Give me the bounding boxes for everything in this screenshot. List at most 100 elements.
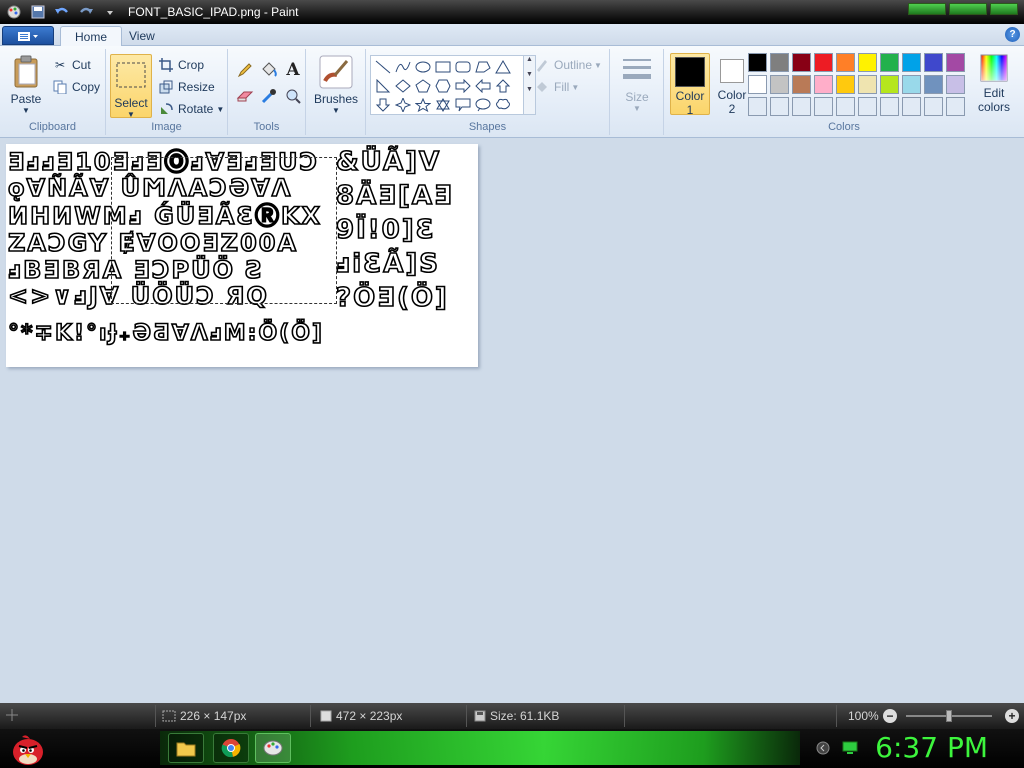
taskbar-chrome-button[interactable] — [213, 733, 249, 763]
customize-quick-access-icon[interactable] — [101, 3, 119, 21]
palette-color-swatch[interactable] — [814, 75, 833, 94]
select-button[interactable]: Select ▼ — [110, 54, 152, 119]
size-dropdown-arrow[interactable]: ▼ — [616, 104, 658, 113]
text-tool-icon[interactable]: A — [282, 59, 304, 81]
select-dropdown-arrow[interactable]: ▼ — [111, 110, 151, 119]
save-icon[interactable] — [29, 3, 47, 21]
magnifier-icon[interactable] — [282, 85, 304, 107]
line-shape-icon[interactable] — [373, 57, 393, 76]
palette-color-swatch[interactable] — [748, 53, 767, 72]
palette-color-swatch[interactable] — [946, 53, 965, 72]
right-arrow-shape-icon[interactable] — [453, 76, 473, 95]
palette-color-swatch[interactable] — [770, 75, 789, 94]
palette-color-swatch[interactable] — [748, 75, 767, 94]
cloud-callout-shape-icon[interactable] — [493, 95, 513, 114]
brushes-dropdown-arrow[interactable]: ▼ — [312, 106, 360, 115]
tab-view[interactable]: View — [115, 26, 169, 47]
palette-color-swatch[interactable] — [902, 97, 921, 116]
curve-shape-icon[interactable] — [393, 57, 413, 76]
eraser-icon[interactable] — [234, 85, 256, 107]
image-canvas[interactable]: ƎⅎⅎƎ10ƎⅎƎⓄⅎ∀ƎⅎƎUƆ ǫ∀ÑÃ∀ ÛϺɅAƆƏ∀Ʌ ИHИWMⅎ ǴÜ… — [6, 144, 478, 367]
taskbar-clock[interactable]: 6:37 PM — [875, 731, 988, 764]
selection-rectangle[interactable] — [111, 157, 337, 304]
palette-color-swatch[interactable] — [792, 97, 811, 116]
palette-color-swatch[interactable] — [924, 75, 943, 94]
palette-color-swatch[interactable] — [902, 53, 921, 72]
zoom-slider-thumb[interactable] — [946, 710, 952, 722]
zoom-in-button[interactable]: + — [1005, 709, 1019, 723]
cut-button[interactable]: ✂ Cut — [52, 57, 91, 73]
palette-color-swatch[interactable] — [858, 53, 877, 72]
palette-color-swatch[interactable] — [946, 97, 965, 116]
palette-color-swatch[interactable] — [770, 97, 789, 116]
rotate-button[interactable]: Rotate ▼ — [158, 101, 224, 117]
fill-button[interactable]: Fill ▼ — [534, 79, 579, 95]
edit-colors-button[interactable]: Edit colors — [974, 53, 1014, 114]
down-arrow-shape-icon[interactable] — [373, 95, 393, 114]
palette-color-swatch[interactable] — [836, 75, 855, 94]
color1-button[interactable]: Color 1 — [670, 53, 710, 117]
diamond-shape-icon[interactable] — [393, 76, 413, 95]
five-point-star-shape-icon[interactable] — [413, 95, 433, 114]
palette-color-swatch[interactable] — [880, 53, 899, 72]
palette-color-swatch[interactable] — [858, 75, 877, 94]
outline-dropdown-arrow[interactable]: ▼ — [594, 61, 602, 70]
taskbar-explorer-button[interactable] — [168, 733, 204, 763]
oval-shape-icon[interactable] — [413, 57, 433, 76]
palette-color-swatch[interactable] — [880, 75, 899, 94]
palette-color-swatch[interactable] — [836, 53, 855, 72]
palette-color-swatch[interactable] — [880, 97, 899, 116]
triangle-shape-icon[interactable] — [493, 57, 513, 76]
palette-color-swatch[interactable] — [924, 53, 943, 72]
pencil-icon[interactable] — [234, 59, 256, 81]
six-point-star-shape-icon[interactable] — [433, 95, 453, 114]
fill-dropdown-arrow[interactable]: ▼ — [571, 83, 579, 92]
right-triangle-shape-icon[interactable] — [373, 76, 393, 95]
undo-icon[interactable] — [53, 3, 71, 21]
palette-color-swatch[interactable] — [858, 97, 877, 116]
paint-app-icon[interactable] — [5, 3, 23, 21]
color2-button[interactable]: Color 2 — [712, 53, 752, 116]
up-arrow-shape-icon[interactable] — [493, 76, 513, 95]
start-button[interactable] — [8, 731, 48, 767]
brushes-button[interactable]: Brushes ▼ — [312, 55, 360, 115]
hexagon-shape-icon[interactable] — [433, 76, 453, 95]
rotate-dropdown-arrow[interactable]: ▼ — [216, 105, 224, 114]
maximize-button[interactable] — [949, 3, 987, 15]
polygon-shape-icon[interactable] — [473, 57, 493, 76]
oval-callout-shape-icon[interactable] — [473, 95, 493, 114]
paint-menu-button[interactable] — [2, 26, 54, 45]
close-button[interactable] — [990, 3, 1018, 15]
zoom-out-button[interactable]: − — [883, 709, 897, 723]
minimize-button[interactable] — [908, 3, 946, 15]
crop-button[interactable]: Crop — [158, 57, 204, 73]
left-arrow-shape-icon[interactable] — [473, 76, 493, 95]
fill-bucket-icon[interactable] — [258, 59, 280, 81]
palette-color-swatch[interactable] — [792, 53, 811, 72]
show-hidden-icons-icon[interactable] — [816, 741, 830, 755]
canvas-workspace[interactable]: ƎⅎⅎƎ10ƎⅎƎⓄⅎ∀ƎⅎƎUƆ ǫ∀ÑÃ∀ ÛϺɅAƆƏ∀Ʌ ИHИWMⅎ ǴÜ… — [0, 138, 1024, 703]
help-icon[interactable]: ? — [1005, 27, 1020, 42]
paste-button[interactable]: Paste ▼ — [6, 55, 46, 115]
palette-color-swatch[interactable] — [792, 75, 811, 94]
color-picker-icon[interactable] — [258, 85, 280, 107]
palette-color-swatch[interactable] — [836, 97, 855, 116]
palette-color-swatch[interactable] — [902, 75, 921, 94]
palette-color-swatch[interactable] — [814, 53, 833, 72]
pentagon-shape-icon[interactable] — [413, 76, 433, 95]
palette-color-swatch[interactable] — [924, 97, 943, 116]
palette-color-swatch[interactable] — [814, 97, 833, 116]
palette-color-swatch[interactable] — [946, 75, 965, 94]
resize-button[interactable]: Resize — [158, 79, 215, 95]
network-icon[interactable] — [842, 741, 858, 755]
palette-color-swatch[interactable] — [770, 53, 789, 72]
palette-color-swatch[interactable] — [748, 97, 767, 116]
copy-button[interactable]: Copy — [52, 79, 100, 95]
rounded-rectangle-shape-icon[interactable] — [453, 57, 473, 76]
redo-icon[interactable] — [77, 3, 95, 21]
taskbar-paint-button[interactable] — [255, 733, 291, 763]
tab-home[interactable]: Home — [60, 26, 123, 47]
size-button[interactable]: Size ▼ — [616, 55, 658, 113]
rectangle-callout-shape-icon[interactable] — [453, 95, 473, 114]
paste-dropdown-arrow[interactable]: ▼ — [6, 106, 46, 115]
